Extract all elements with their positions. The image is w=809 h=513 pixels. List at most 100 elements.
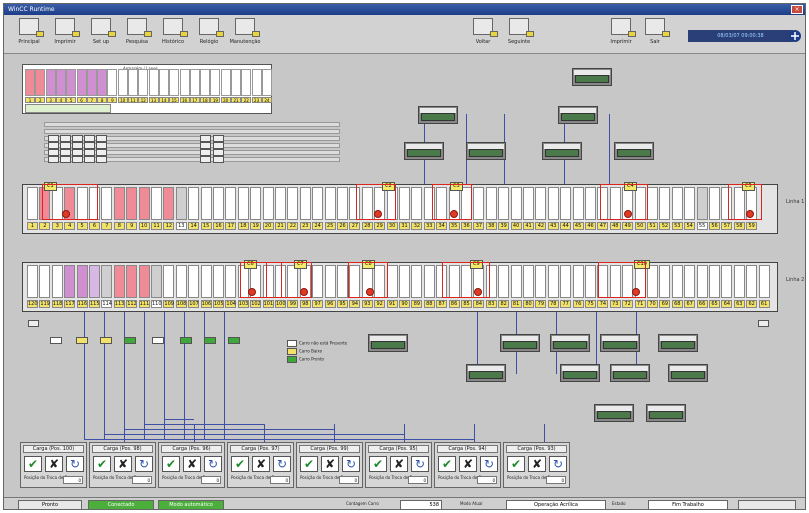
lane-position[interactable]: [399, 187, 410, 220]
confirm-button[interactable]: ✔: [369, 456, 387, 472]
parameter-button[interactable]: [200, 156, 211, 163]
lane-position[interactable]: [324, 265, 336, 298]
load-control-value[interactable]: 0: [132, 476, 152, 484]
reset-button[interactable]: ↻: [204, 456, 222, 472]
lane-position[interactable]: [51, 265, 63, 298]
lane-position[interactable]: [312, 187, 324, 220]
lane-position[interactable]: [64, 265, 76, 298]
parameter-button[interactable]: [213, 156, 224, 163]
reset-button[interactable]: ↻: [342, 456, 360, 472]
toolbar-button-5[interactable]: Relógio: [192, 18, 226, 51]
lane-position[interactable]: [498, 187, 510, 220]
lane-position[interactable]: [473, 187, 485, 220]
lane-position[interactable]: [175, 265, 187, 298]
toolbar-button-7[interactable]: Voltar: [466, 18, 500, 51]
lane-position[interactable]: [89, 265, 100, 298]
toolbar-button-2[interactable]: Set up: [84, 18, 118, 51]
station-panel[interactable]: [668, 364, 708, 382]
station-panel[interactable]: [550, 334, 590, 352]
lane-position[interactable]: [27, 187, 38, 220]
parameter-button[interactable]: [48, 149, 59, 156]
lane-position[interactable]: [126, 265, 138, 298]
lane-position[interactable]: [101, 187, 113, 220]
parameter-button[interactable]: [48, 135, 59, 142]
confirm-button[interactable]: ✔: [162, 456, 180, 472]
station-panel[interactable]: [610, 364, 650, 382]
lane-position[interactable]: [585, 187, 596, 220]
lane-position[interactable]: [684, 265, 696, 298]
parameter-button[interactable]: [96, 142, 107, 149]
lane-position[interactable]: [188, 265, 200, 298]
station-panel[interactable]: [560, 364, 600, 382]
parameter-button[interactable]: [60, 149, 71, 156]
cancel-button[interactable]: ✘: [45, 456, 63, 472]
lane-position[interactable]: [746, 265, 758, 298]
reset-button[interactable]: ↻: [480, 456, 498, 472]
parameter-button[interactable]: [72, 149, 83, 156]
parameter-button[interactable]: [48, 156, 59, 163]
lane-position[interactable]: [275, 187, 286, 220]
station-panel[interactable]: [614, 142, 654, 160]
confirm-button[interactable]: ✔: [93, 456, 111, 472]
cancel-button[interactable]: ✘: [114, 456, 132, 472]
lane-position[interactable]: [337, 187, 348, 220]
lane-position[interactable]: [126, 187, 138, 220]
lane-position[interactable]: [547, 187, 559, 220]
lane-position[interactable]: [188, 187, 200, 220]
load-control-value[interactable]: 0: [408, 476, 428, 484]
lane-position[interactable]: [76, 265, 88, 298]
lane-position[interactable]: [733, 265, 745, 298]
parameter-button[interactable]: [96, 149, 107, 156]
station-panel[interactable]: [418, 106, 458, 124]
lane-position[interactable]: [684, 187, 696, 220]
station-panel[interactable]: [542, 142, 582, 160]
lane-position[interactable]: [151, 187, 162, 220]
parameter-button[interactable]: [200, 142, 211, 149]
cancel-button[interactable]: ✘: [390, 456, 408, 472]
toolbar-button-3[interactable]: Pesquisa: [120, 18, 154, 51]
toolbar-button-4[interactable]: Histórico: [156, 18, 190, 51]
lane-position[interactable]: [572, 187, 584, 220]
parameter-button[interactable]: [72, 135, 83, 142]
parameter-button[interactable]: [72, 156, 83, 163]
lane-position[interactable]: [671, 265, 683, 298]
lane-position[interactable]: [225, 187, 237, 220]
confirm-button[interactable]: ✔: [231, 456, 249, 472]
lane-position[interactable]: [337, 265, 348, 298]
toolbar-button-1[interactable]: Imprimir: [48, 18, 82, 51]
toolbar-button-0[interactable]: Principal: [12, 18, 46, 51]
lane-position[interactable]: [39, 265, 51, 298]
lane-position[interactable]: [399, 265, 410, 298]
parameter-button[interactable]: [96, 156, 107, 163]
reset-button[interactable]: ↻: [66, 456, 84, 472]
parameter-button[interactable]: [213, 142, 224, 149]
station-panel[interactable]: [572, 68, 612, 86]
station-panel[interactable]: [466, 364, 506, 382]
station-panel[interactable]: [558, 106, 598, 124]
side-button[interactable]: [758, 320, 769, 327]
toolbar-button-6[interactable]: Manutenção: [228, 18, 262, 51]
load-control-value[interactable]: 0: [339, 476, 359, 484]
lane-position[interactable]: [523, 187, 534, 220]
lane-position[interactable]: [287, 187, 299, 220]
lane-position[interactable]: [510, 187, 522, 220]
reset-button[interactable]: ↻: [549, 456, 567, 472]
lane-position[interactable]: [535, 187, 547, 220]
lane-position[interactable]: [237, 187, 249, 220]
lane-position[interactable]: [585, 265, 596, 298]
lane-position[interactable]: [696, 265, 708, 298]
lane-position[interactable]: [423, 265, 435, 298]
parameter-button[interactable]: [84, 156, 95, 163]
toolbar-button-8[interactable]: Seguinte: [502, 18, 536, 51]
lane-position[interactable]: [560, 187, 572, 220]
lane-position[interactable]: [709, 187, 720, 220]
close-button[interactable]: ×: [791, 5, 803, 14]
lane-position[interactable]: [547, 265, 559, 298]
parameter-button[interactable]: [60, 156, 71, 163]
confirm-button[interactable]: ✔: [438, 456, 456, 472]
lane-position[interactable]: [262, 187, 274, 220]
parameter-button[interactable]: [48, 142, 59, 149]
lane-position[interactable]: [113, 265, 125, 298]
confirm-button[interactable]: ✔: [24, 456, 42, 472]
reset-button[interactable]: ↻: [135, 456, 153, 472]
